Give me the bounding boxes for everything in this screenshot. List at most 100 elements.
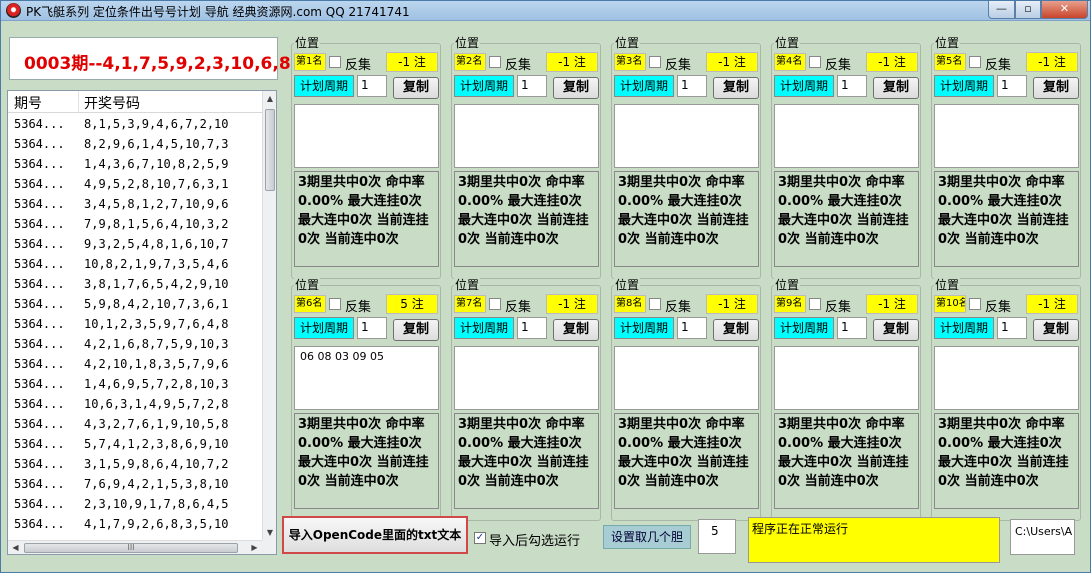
- rank-field[interactable]: 第4名: [774, 53, 806, 71]
- table-row[interactable]: 5364... 3,8,1,7,6,5,4,2,9,10: [8, 274, 262, 294]
- dan-count-input[interactable]: 5: [698, 519, 736, 554]
- rank-field[interactable]: 第8名: [614, 295, 646, 313]
- close-button[interactable]: ✕: [1041, 1, 1088, 19]
- copy-button[interactable]: 复制: [1033, 319, 1079, 341]
- bet-count-field[interactable]: -1 注: [1026, 294, 1078, 314]
- table-row[interactable]: 5364... 8,1,5,3,9,4,6,7,2,10: [8, 114, 262, 134]
- plan-cycle-input[interactable]: 1: [837, 75, 867, 97]
- scroll-right-arrow-icon[interactable]: ▶: [247, 541, 262, 554]
- horizontal-scrollbar[interactable]: ◀ III ▶: [8, 540, 262, 554]
- table-row[interactable]: 5364... 4,9,5,2,8,10,7,6,3,1: [8, 174, 262, 194]
- table-row[interactable]: 5364... 5,7,4,1,2,3,8,6,9,10: [8, 434, 262, 454]
- table-row[interactable]: 5364... 10,1,2,3,5,9,7,6,4,8: [8, 314, 262, 334]
- copy-button[interactable]: 复制: [553, 319, 599, 341]
- copy-button[interactable]: 复制: [553, 77, 599, 99]
- plan-cycle-input[interactable]: 1: [517, 317, 547, 339]
- table-row[interactable]: 5364... 4,2,1,6,8,7,5,9,10,3: [8, 334, 262, 354]
- rank-field[interactable]: 第10名: [934, 295, 966, 313]
- column-header-period[interactable]: 期号: [14, 93, 42, 113]
- table-row[interactable]: 5364... 9,3,2,5,4,8,1,6,10,7: [8, 234, 262, 254]
- scroll-left-arrow-icon[interactable]: ◀: [8, 541, 23, 554]
- rank-field[interactable]: 第3名: [614, 53, 646, 71]
- copy-button[interactable]: 复制: [873, 319, 919, 341]
- table-row[interactable]: 5364... 4,3,2,7,6,1,9,10,5,8: [8, 414, 262, 434]
- plan-cycle-input[interactable]: 1: [357, 75, 387, 97]
- title-bar[interactable]: PK飞艇系列 定位条件出号号计划 导航 经典资源网.com QQ 2174174…: [1, 1, 1090, 21]
- copy-button[interactable]: 复制: [873, 77, 919, 99]
- bet-count-field[interactable]: -1 注: [546, 294, 598, 314]
- plan-cycle-input[interactable]: 1: [677, 75, 707, 97]
- plan-cycle-input[interactable]: 1: [997, 317, 1027, 339]
- reverse-checkbox[interactable]: [969, 56, 981, 68]
- copy-button[interactable]: 复制: [393, 319, 439, 341]
- reverse-checkbox[interactable]: [649, 298, 661, 310]
- table-row[interactable]: 5364... 5,9,8,4,2,10,7,3,6,1: [8, 294, 262, 314]
- column-separator[interactable]: [78, 91, 79, 112]
- rank-field[interactable]: 第6名: [294, 295, 326, 313]
- result-text-box[interactable]: [934, 104, 1079, 168]
- result-text-box[interactable]: [614, 104, 759, 168]
- bet-count-field[interactable]: -1 注: [386, 52, 438, 72]
- result-text-box[interactable]: 06 08 03 09 05: [294, 346, 439, 410]
- plan-cycle-input[interactable]: 1: [677, 317, 707, 339]
- minimize-button[interactable]: —: [988, 1, 1015, 19]
- table-row[interactable]: 5364... 7,9,8,1,5,6,4,10,3,2: [8, 214, 262, 234]
- table-row[interactable]: 5364... 4,2,10,1,8,3,5,7,9,6: [8, 354, 262, 374]
- import-txt-button[interactable]: 导入OpenCode里面的txt文本: [282, 516, 468, 554]
- result-text-box[interactable]: [294, 104, 439, 168]
- bet-count-field[interactable]: -1 注: [706, 52, 758, 72]
- table-row[interactable]: 5364... 10,6,3,1,4,9,5,7,2,8: [8, 394, 262, 414]
- result-text-box[interactable]: [614, 346, 759, 410]
- bet-count-field[interactable]: -1 注: [546, 52, 598, 72]
- result-text-box[interactable]: [934, 346, 1079, 410]
- scroll-down-arrow-icon[interactable]: ▼: [263, 525, 276, 540]
- reverse-checkbox[interactable]: [809, 56, 821, 68]
- rank-field[interactable]: 第7名: [454, 295, 486, 313]
- plan-cycle-input[interactable]: 1: [357, 317, 387, 339]
- rank-field[interactable]: 第9名: [774, 295, 806, 313]
- table-row[interactable]: 5364... 8,2,9,6,1,4,5,10,7,3: [8, 134, 262, 154]
- result-text-box[interactable]: [454, 104, 599, 168]
- copy-button[interactable]: 复制: [1033, 77, 1079, 99]
- table-row[interactable]: 5364... 4,1,7,9,2,6,8,3,5,10: [8, 514, 262, 534]
- copy-button[interactable]: 复制: [713, 77, 759, 99]
- table-row[interactable]: 5364... 10,8,2,1,9,7,3,5,4,6: [8, 254, 262, 274]
- result-text-box[interactable]: [454, 346, 599, 410]
- copy-button[interactable]: 复制: [713, 319, 759, 341]
- run-after-import-checkbox[interactable]: ✓: [474, 532, 486, 544]
- vertical-scrollbar[interactable]: ▲ ▼: [262, 91, 276, 540]
- table-row[interactable]: 5364... 7,6,9,4,2,1,5,3,8,10: [8, 474, 262, 494]
- reverse-checkbox[interactable]: [649, 56, 661, 68]
- table-row[interactable]: 5364... 3,4,5,8,1,2,7,10,9,6: [8, 194, 262, 214]
- bet-count-field[interactable]: -1 注: [706, 294, 758, 314]
- reverse-checkbox[interactable]: [489, 298, 501, 310]
- scroll-up-arrow-icon[interactable]: ▲: [263, 91, 276, 106]
- maximize-button[interactable]: ▫: [1015, 1, 1041, 19]
- bet-count-field[interactable]: -1 注: [866, 52, 918, 72]
- table-row[interactable]: 5364... 3,1,5,9,8,6,4,10,7,2: [8, 454, 262, 474]
- reverse-checkbox[interactable]: [969, 298, 981, 310]
- reverse-checkbox[interactable]: [329, 298, 341, 310]
- bet-count-field[interactable]: -1 注: [866, 294, 918, 314]
- rank-field[interactable]: 第2名: [454, 53, 486, 71]
- column-header-numbers[interactable]: 开奖号码: [84, 93, 140, 113]
- result-text-box[interactable]: [774, 346, 919, 410]
- table-row[interactable]: 5364... 1,4,3,6,7,10,8,2,5,9: [8, 154, 262, 174]
- horizontal-scroll-thumb[interactable]: III: [24, 543, 238, 553]
- file-path-field[interactable]: C:\Users\A: [1010, 519, 1075, 555]
- bet-count-field[interactable]: 5 注: [386, 294, 438, 314]
- status-text-box[interactable]: 程序正在正常运行: [748, 517, 1000, 563]
- vertical-scroll-thumb[interactable]: [265, 109, 275, 191]
- plan-cycle-input[interactable]: 1: [837, 317, 867, 339]
- table-row[interactable]: 5364... 2,3,10,9,1,7,8,6,4,5: [8, 494, 262, 514]
- rank-field[interactable]: 第5名: [934, 53, 966, 71]
- bet-count-field[interactable]: -1 注: [1026, 52, 1078, 72]
- reverse-checkbox[interactable]: [809, 298, 821, 310]
- copy-button[interactable]: 复制: [393, 77, 439, 99]
- result-text-box[interactable]: [774, 104, 919, 168]
- history-list[interactable]: 期号 开奖号码 5364... 8,1,5,3,9,4,6,7,2,10 5364.…: [7, 90, 277, 555]
- reverse-checkbox[interactable]: [489, 56, 501, 68]
- reverse-checkbox[interactable]: [329, 56, 341, 68]
- plan-cycle-input[interactable]: 1: [517, 75, 547, 97]
- rank-field[interactable]: 第1名: [294, 53, 326, 71]
